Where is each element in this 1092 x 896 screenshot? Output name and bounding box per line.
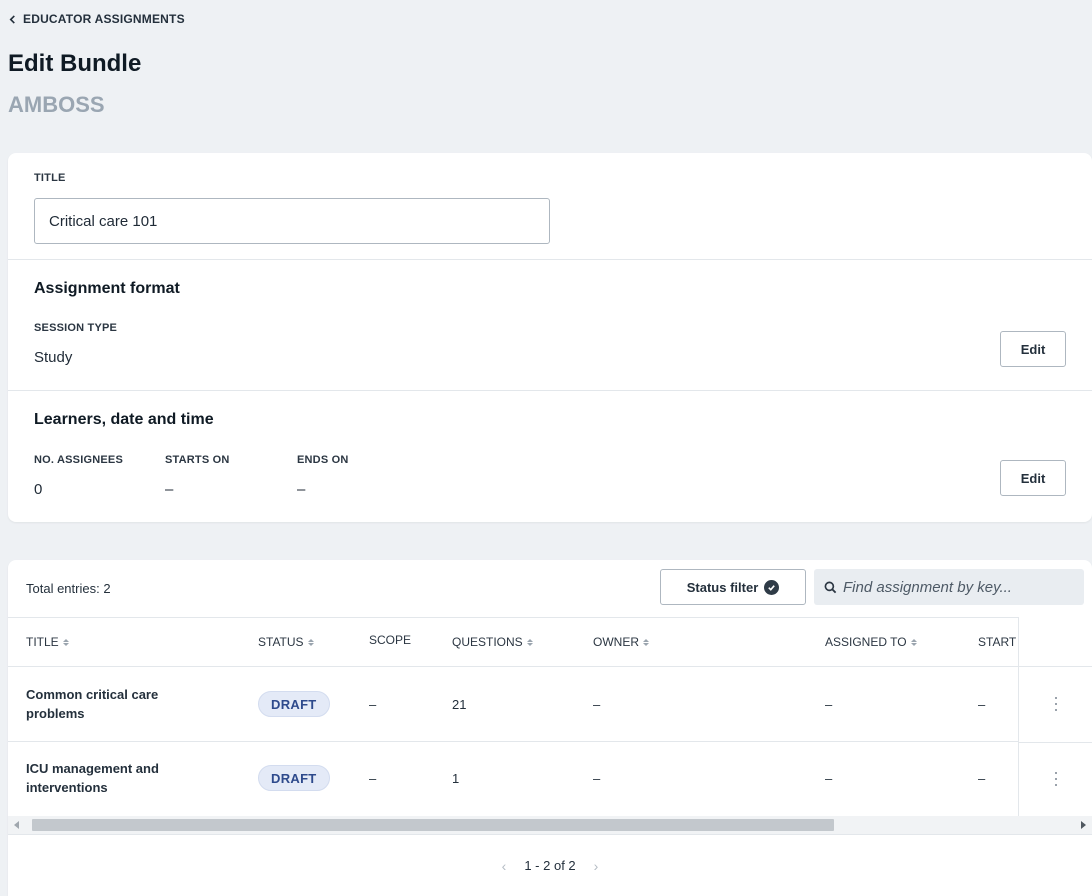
session-type-label: SESSION TYPE (34, 322, 118, 334)
table-row[interactable]: Common critical care problems DRAFT – 21… (8, 667, 1018, 742)
scroll-right-icon[interactable] (1080, 821, 1086, 829)
breadcrumb-educator-assignments[interactable]: EDUCATOR ASSIGNMENTS (8, 12, 185, 26)
column-start[interactable]: START (978, 635, 1016, 649)
row-title[interactable]: Common critical care problems (26, 685, 196, 723)
column-assigned-to[interactable]: ASSIGNED TO (825, 635, 917, 649)
scrollbar-thumb[interactable] (32, 819, 834, 831)
assignments-table-card: Total entries: 2 Status filter TITLE STA… (8, 560, 1092, 896)
column-title[interactable]: TITLE (26, 635, 69, 649)
table-body: TITLE STATUS SCOPE QUESTIONS OWNER ASSIG… (8, 617, 1018, 817)
row-start: – (978, 771, 986, 786)
column-status-label: STATUS (258, 635, 304, 649)
previous-page-icon[interactable]: ‹ (502, 858, 507, 874)
sort-icon (910, 638, 917, 646)
next-page-icon[interactable]: › (594, 858, 599, 874)
row-owner: – (593, 697, 601, 712)
ends-on-value: – (297, 481, 306, 498)
learners-section: Learners, date and time NO. ASSIGNEES 0 … (8, 391, 1092, 522)
status-badge: DRAFT (258, 691, 330, 717)
status-badge: DRAFT (258, 765, 330, 791)
pagination-label: 1 - 2 of 2 (524, 858, 576, 873)
starts-on-label: STARTS ON (165, 454, 230, 466)
starts-on-value: – (165, 481, 174, 498)
page-title: Edit Bundle (8, 50, 142, 77)
title-label: TITLE (34, 172, 66, 184)
assignees-label: NO. ASSIGNEES (34, 454, 123, 466)
scroll-left-icon[interactable] (14, 821, 20, 829)
row-questions: 1 (452, 771, 460, 786)
title-input[interactable] (34, 198, 550, 244)
learners-heading: Learners, date and time (34, 411, 214, 428)
row-assigned-to: – (825, 771, 833, 786)
check-circle-icon (764, 579, 780, 595)
sort-icon (643, 638, 649, 646)
row-title[interactable]: ICU management and interventions (26, 759, 196, 797)
column-assigned-to-label: ASSIGNED TO (825, 635, 907, 649)
column-title-label: TITLE (26, 635, 59, 649)
column-scope: SCOPE (369, 633, 411, 647)
row-assigned-to: – (825, 697, 833, 712)
total-entries: Total entries: 2 (26, 581, 111, 596)
edit-format-button[interactable]: Edit (1000, 331, 1066, 367)
status-filter-button[interactable]: Status filter (660, 569, 806, 605)
search-box (814, 569, 1084, 605)
column-scope-label: SCOPE (369, 633, 412, 647)
row-owner: – (593, 771, 601, 786)
status-filter-label: Status filter (686, 579, 759, 595)
row-scope: – (369, 697, 377, 712)
column-questions[interactable]: QUESTIONS (452, 635, 533, 649)
row-start: – (978, 697, 986, 712)
column-owner[interactable]: OWNER (593, 635, 649, 649)
row-scope: – (369, 771, 377, 786)
sort-icon (62, 638, 69, 646)
kebab-menu-icon[interactable] (1051, 697, 1061, 711)
column-start-label: START (978, 635, 1017, 649)
row-actions-column (1018, 617, 1092, 816)
edit-learners-button[interactable]: Edit (1000, 460, 1066, 496)
table-row[interactable]: ICU management and interventions DRAFT –… (8, 742, 1018, 817)
assignment-format-heading: Assignment format (34, 280, 180, 297)
column-questions-label: QUESTIONS (452, 635, 523, 649)
bundle-settings-card: TITLE Assignment format SESSION TYPE Stu… (8, 153, 1092, 522)
horizontal-scrollbar[interactable] (8, 816, 1092, 834)
ends-on-label: ENDS ON (297, 454, 349, 466)
search-icon (824, 581, 837, 593)
page-subtitle: AMBOSS (8, 92, 105, 117)
column-status[interactable]: STATUS (258, 635, 314, 649)
title-section: TITLE (8, 153, 1092, 259)
table-header: TITLE STATUS SCOPE QUESTIONS OWNER ASSIG… (8, 617, 1018, 667)
column-owner-label: OWNER (593, 635, 639, 649)
pagination: ‹ 1 - 2 of 2 › (8, 834, 1092, 896)
assignment-format-section: Assignment format SESSION TYPE Study Edi… (8, 260, 1092, 390)
search-input[interactable] (843, 578, 1083, 596)
row-questions: 21 (452, 697, 467, 712)
assignees-value: 0 (34, 481, 43, 498)
sort-icon (307, 638, 314, 646)
chevron-left-icon (9, 14, 15, 24)
sort-icon (526, 638, 533, 646)
kebab-menu-icon[interactable] (1051, 772, 1061, 786)
breadcrumb-label: EDUCATOR ASSIGNMENTS (23, 12, 185, 26)
session-type-value: Study (34, 349, 73, 366)
